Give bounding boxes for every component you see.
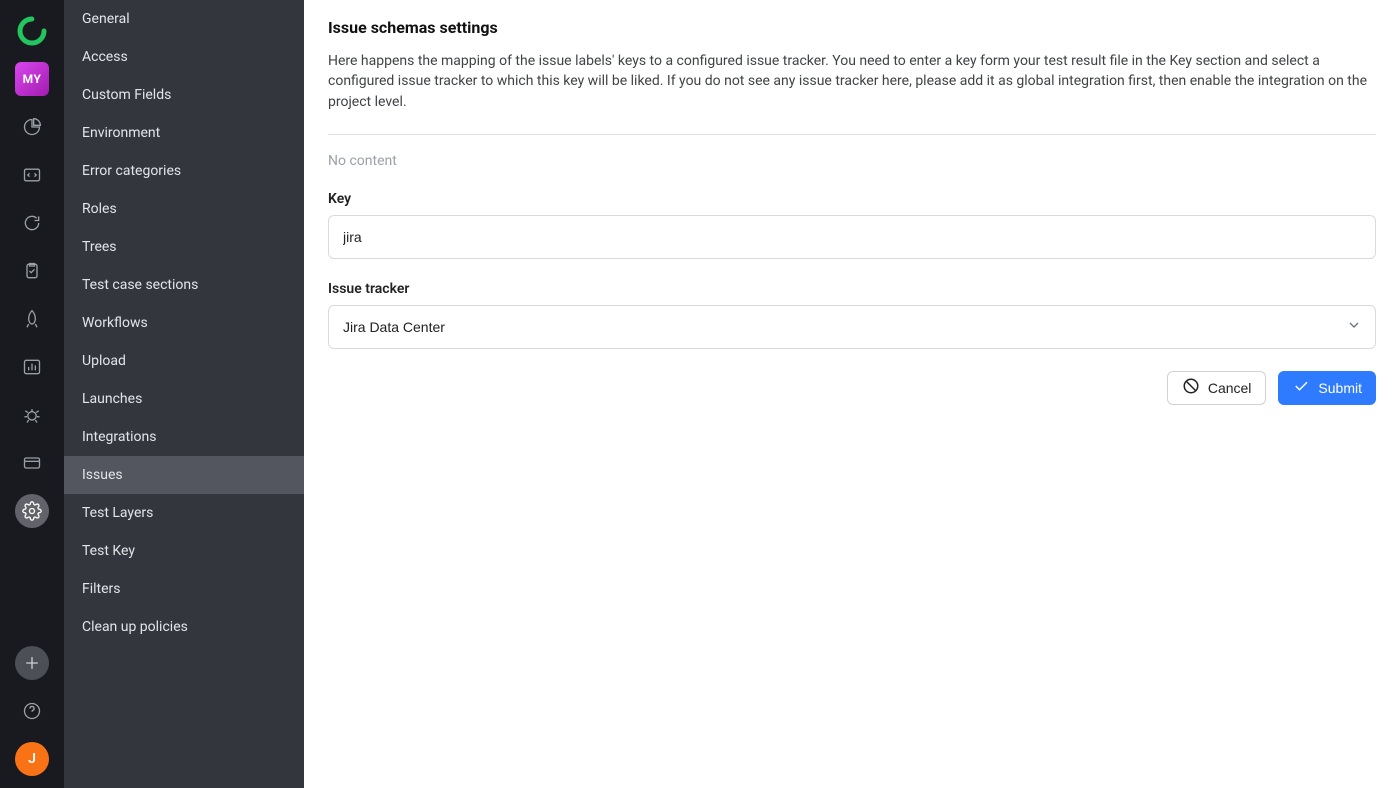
no-content-text: No content (328, 153, 1376, 169)
nav-refresh-icon[interactable] (15, 206, 49, 240)
project-badge[interactable]: MY (15, 62, 49, 96)
issue-tracker-label: Issue tracker (328, 281, 1376, 297)
sidebar-item-error-categories[interactable]: Error categories (64, 152, 304, 190)
sidebar-item-launches[interactable]: Launches (64, 380, 304, 418)
sidebar-item-access[interactable]: Access (64, 38, 304, 76)
nav-defects-icon[interactable] (15, 398, 49, 432)
nav-help-icon[interactable] (15, 694, 49, 728)
sidebar-item-integrations[interactable]: Integrations (64, 418, 304, 456)
icon-rail: MY J (0, 0, 64, 788)
user-avatar[interactable]: J (15, 742, 49, 776)
page-title: Issue schemas settings (328, 18, 1376, 37)
sidebar-item-test-layers[interactable]: Test Layers (64, 494, 304, 532)
nav-jobs-icon[interactable] (15, 446, 49, 480)
sidebar-item-issues[interactable]: Issues (64, 456, 304, 494)
sidebar-item-environment[interactable]: Environment (64, 114, 304, 152)
sidebar-item-upload[interactable]: Upload (64, 342, 304, 380)
submit-button[interactable]: Submit (1278, 371, 1376, 405)
cancel-button-label: Cancel (1208, 380, 1252, 396)
sidebar-item-general[interactable]: General (64, 0, 304, 38)
sidebar-item-clean-up-policies[interactable]: Clean up policies (64, 608, 304, 646)
sidebar-item-test-key[interactable]: Test Key (64, 532, 304, 570)
cancel-button[interactable]: Cancel (1167, 371, 1267, 405)
check-icon (1292, 377, 1310, 398)
submit-button-label: Submit (1318, 380, 1362, 396)
settings-sidebar: General Access Custom Fields Environment… (64, 0, 304, 788)
nav-add-icon[interactable] (15, 646, 49, 680)
sidebar-item-workflows[interactable]: Workflows (64, 304, 304, 342)
form-actions: Cancel Submit (328, 371, 1376, 405)
nav-settings-icon[interactable] (15, 494, 49, 528)
app-logo[interactable] (15, 14, 49, 48)
sidebar-item-custom-fields[interactable]: Custom Fields (64, 76, 304, 114)
sidebar-item-trees[interactable]: Trees (64, 228, 304, 266)
key-field-block: Key (328, 191, 1376, 259)
sidebar-item-filters[interactable]: Filters (64, 570, 304, 608)
nav-code-icon[interactable] (15, 158, 49, 192)
key-input[interactable] (328, 215, 1376, 259)
cancel-icon (1182, 377, 1200, 398)
nav-launches-icon[interactable] (15, 302, 49, 336)
issue-tracker-select[interactable]: Jira Data Center (328, 305, 1376, 349)
tracker-field-block: Issue tracker Jira Data Center (328, 281, 1376, 349)
sidebar-item-test-case-sections[interactable]: Test case sections (64, 266, 304, 304)
nav-testcases-icon[interactable] (15, 254, 49, 288)
main-content: Issue schemas settings Here happens the … (304, 0, 1400, 788)
key-label: Key (328, 191, 1376, 207)
divider (328, 134, 1376, 135)
nav-analytics-icon[interactable] (15, 350, 49, 384)
nav-overview-icon[interactable] (15, 110, 49, 144)
sidebar-item-roles[interactable]: Roles (64, 190, 304, 228)
page-description: Here happens the mapping of the issue la… (328, 51, 1376, 112)
